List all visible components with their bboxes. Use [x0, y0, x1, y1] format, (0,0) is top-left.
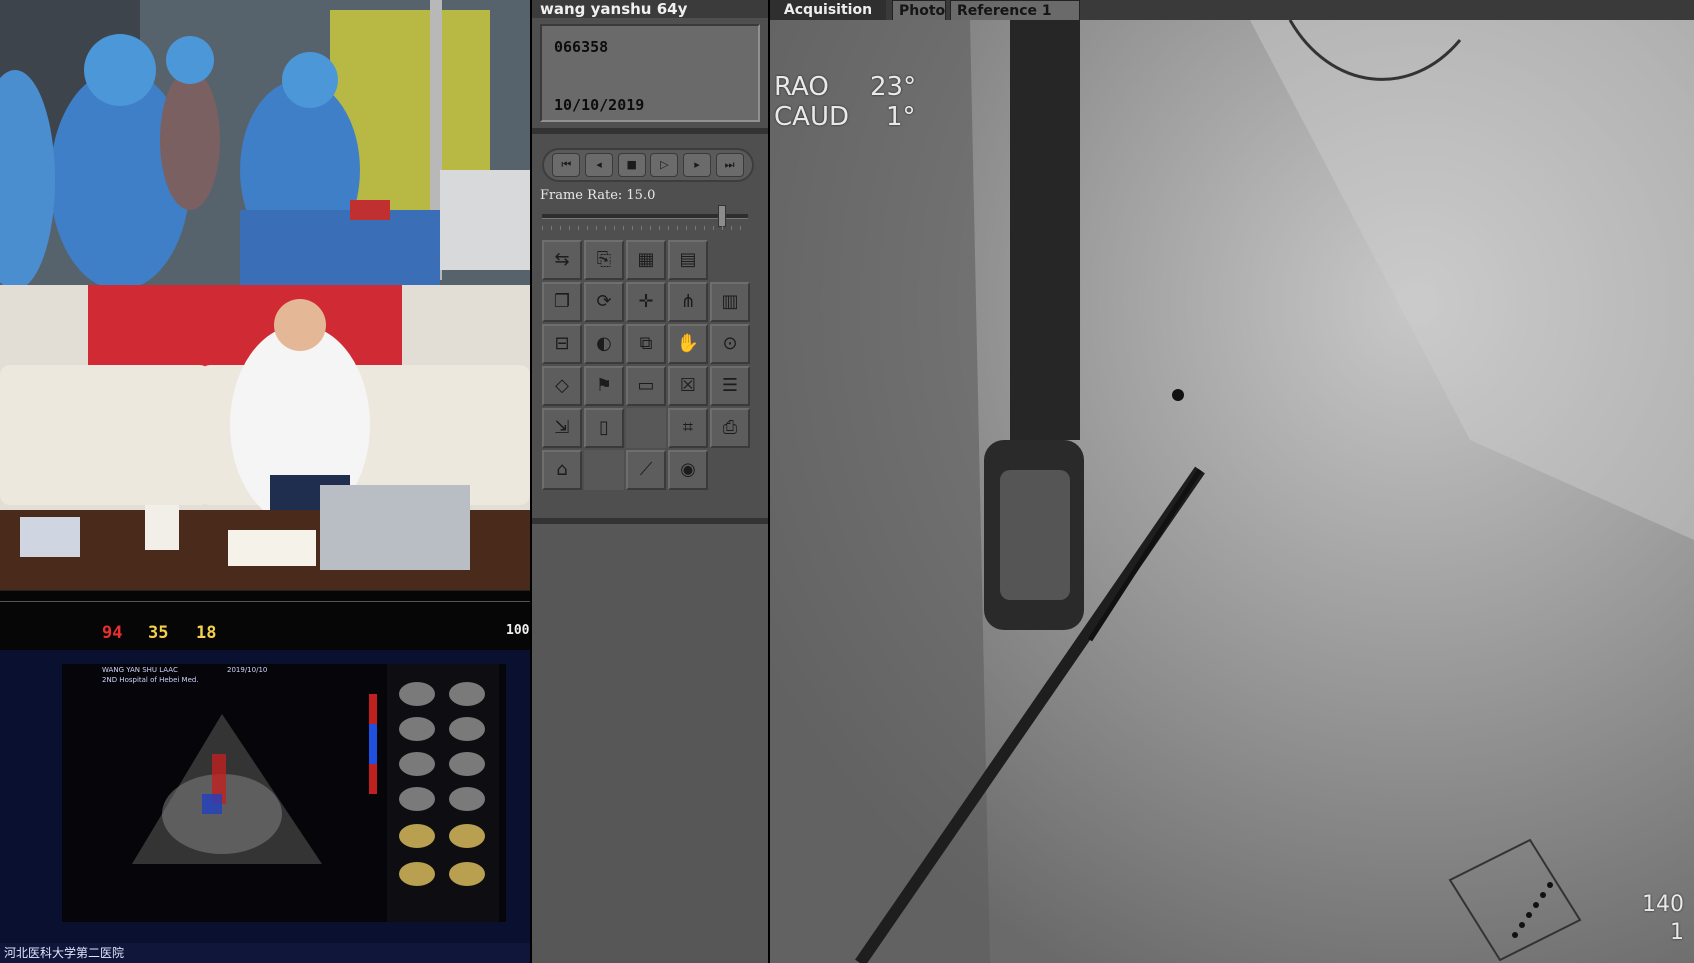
fluoroscopy-viewer: Acquisition Photo Reference 1 RAO 23° CA…	[770, 0, 1694, 963]
viewer-control-panel: wang yanshu 64y 066358 10/10/2019 ⏮ ◂ ■ …	[532, 0, 768, 963]
video-conference-column: 94 35 18 100 WANG YAN SHU LAAC 2019/10/1…	[0, 0, 530, 963]
monitor-waveform-line	[0, 601, 530, 602]
playback-controls: ⏮ ◂ ■ ▷ ▸ ⏭	[542, 148, 754, 182]
echo-date-line: 2019/10/10	[227, 666, 268, 674]
window-copy-icon[interactable]: ❐	[542, 282, 582, 322]
open-folder-return-icon[interactable]: ⎘	[584, 240, 624, 280]
echo-image	[132, 664, 499, 922]
patient-id: 066358	[554, 38, 609, 56]
measure-angle-icon[interactable]: ◇	[542, 366, 582, 406]
echo-patient-line: WANG YAN SHU LAAC	[102, 666, 178, 674]
brightness-adjust-icon[interactable]: ◐	[584, 324, 624, 364]
film-strip-icon[interactable]: ⊟	[542, 324, 582, 364]
frame-rate-slider-thumb[interactable]	[718, 205, 726, 227]
bp-value-2: 18	[196, 623, 217, 643]
loop-play-icon[interactable]: ⇆	[542, 240, 582, 280]
crosshair-icon[interactable]: ✛	[626, 282, 666, 322]
patient-name-header: wang yanshu 64y	[532, 0, 768, 18]
tab-reference-1[interactable]: Reference 1	[950, 0, 1080, 22]
multi-frame-grid-icon[interactable]: ▦	[626, 240, 666, 280]
image-stack-icon[interactable]: ☰	[710, 366, 750, 406]
hospital-name: 河北医科大学第二医院	[4, 946, 125, 960]
pan-hand-icon[interactable]: ✋	[668, 324, 708, 364]
fluoroscopy-image[interactable]: RAO 23° CAUD 1° 140 1	[770, 19, 1694, 963]
stop-button[interactable]: ■	[617, 153, 646, 177]
vessel-analysis-icon[interactable]: ⋔	[668, 282, 708, 322]
bp-value-1: 35	[148, 623, 169, 643]
heart-rate-value: 94	[102, 623, 123, 643]
operating-room-scene	[0, 0, 530, 285]
capture-icon[interactable]: ⌗	[668, 408, 708, 448]
rotate-window-icon[interactable]: ⟳	[584, 282, 624, 322]
patient-monitor-strip: 94 35 18 100	[0, 590, 530, 651]
rao-label: RAO	[774, 72, 829, 102]
caud-angle-value: 1°	[886, 102, 916, 132]
studio-scene	[0, 285, 530, 590]
xray-image	[770, 19, 1694, 963]
empty-slot	[584, 450, 624, 490]
grid-layout-icon[interactable]: ▤	[668, 240, 708, 280]
close-image-icon[interactable]: ☒	[668, 366, 708, 406]
operating-room-video	[0, 0, 530, 285]
viewer-tab-bar: Acquisition Photo Reference 1	[770, 0, 1694, 22]
series-number: 1	[1670, 920, 1684, 945]
export-image-icon[interactable]: ⇲	[542, 408, 582, 448]
flag-marker-icon[interactable]: ⚑	[584, 366, 624, 406]
echocardiography-view: WANG YAN SHU LAAC 2019/10/10 2ND Hospita…	[0, 650, 530, 963]
panel-empty-area	[532, 524, 768, 963]
frame-number: 140	[1642, 892, 1684, 917]
frame-rate-label: Frame Rate: 15.0	[540, 188, 656, 203]
frame-rate-slider-ticks	[542, 226, 748, 230]
echo-hospital-line: 2ND Hospital of Hebei Med.	[102, 676, 199, 684]
calculator-icon[interactable]: ▥	[710, 282, 750, 322]
sheet-icon[interactable]: ▯	[584, 408, 624, 448]
caud-label: CAUD	[774, 102, 849, 132]
tab-acquisition[interactable]: Acquisition	[770, 0, 886, 20]
empty-slot	[626, 408, 666, 448]
spo2-value: 100	[506, 623, 530, 638]
play-button[interactable]: ▷	[650, 153, 679, 177]
tab-photo[interactable]: Photo	[892, 0, 946, 22]
previous-frame-button[interactable]: ◂	[584, 153, 613, 177]
rao-angle-value: 23°	[870, 72, 917, 102]
echo-screen: WANG YAN SHU LAAC 2019/10/10 2ND Hospita…	[62, 664, 506, 922]
study-date: 10/10/2019	[554, 96, 645, 114]
zoom-window-icon[interactable]: ⧉	[626, 324, 666, 364]
home-view-icon[interactable]: ⌂	[542, 450, 582, 490]
hospital-caption: 河北医科大学第二医院	[0, 943, 530, 963]
last-frame-button[interactable]: ⏭	[715, 153, 744, 177]
record-icon[interactable]: ⊙	[710, 324, 750, 364]
bone-icon[interactable]: ⟋	[626, 450, 666, 490]
print-icon[interactable]: ⎙	[710, 408, 750, 448]
eye-icon[interactable]: ◉	[668, 450, 708, 490]
next-frame-button[interactable]: ▸	[682, 153, 711, 177]
first-frame-button[interactable]: ⏮	[552, 153, 581, 177]
studio-doctor-video	[0, 285, 530, 590]
patient-info-box: 066358 10/10/2019	[540, 24, 760, 122]
panel-divider	[532, 128, 768, 134]
folder-icon[interactable]: ▭	[626, 366, 666, 406]
